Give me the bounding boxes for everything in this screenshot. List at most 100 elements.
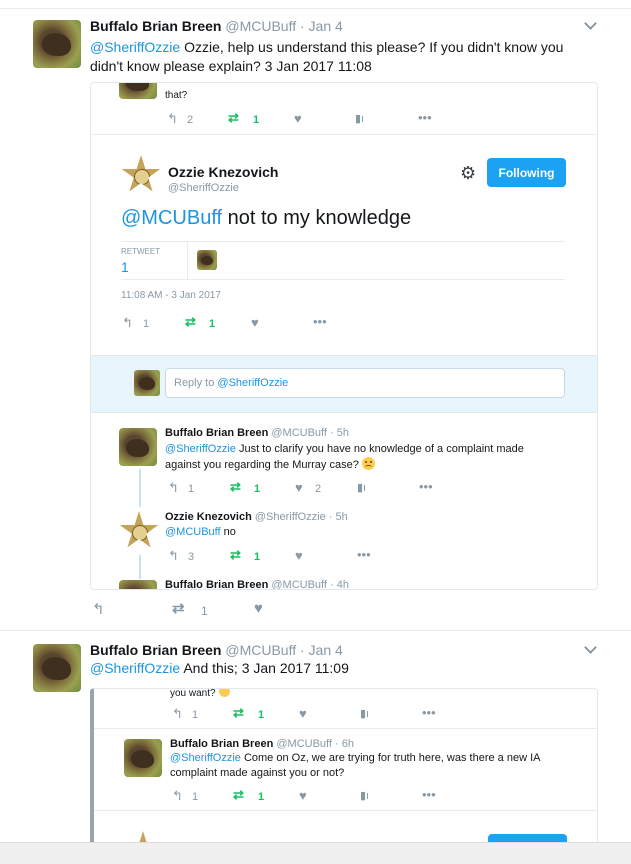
divider (121, 279, 565, 280)
main-tweet-text: @MCUBuff not to my knowledge (121, 207, 411, 230)
retweet-icon[interactable]: ⇄ (230, 548, 241, 562)
more-icon[interactable]: ••• (422, 706, 436, 720)
timestamp[interactable]: 11:08 AM - 3 Jan 2017 (121, 290, 221, 301)
more-icon[interactable]: ••• (313, 315, 327, 329)
author-handle[interactable]: @MCUBuff (225, 18, 296, 34)
avatar (134, 370, 160, 396)
heart-icon[interactable]: ♥ (295, 549, 303, 563)
reply-icon[interactable]: ↰ (122, 316, 133, 330)
divider (94, 728, 597, 729)
tweet-text-line: Ozzie, help us understand this please? I… (180, 39, 564, 55)
author-handle[interactable]: @MCUBuff (225, 642, 296, 658)
retweeter-avatar[interactable] (197, 250, 217, 270)
reply-count: 3 (188, 551, 195, 563)
tweet-text: @SheriffOzzie And this; 3 Jan 2017 11:09 (90, 660, 349, 676)
retweet-icon[interactable]: ⇄ (185, 315, 196, 329)
chevron-down-icon[interactable] (584, 17, 597, 30)
heart-icon[interactable]: ♥ (254, 601, 263, 616)
reply-count: 2 (187, 114, 194, 126)
avatar[interactable] (33, 20, 81, 68)
retweet-count: 1 (209, 318, 216, 330)
reply-text: @SheriffOzzie Just to clarify you have n… (165, 443, 524, 471)
reply-icon[interactable]: ↰ (92, 602, 105, 617)
heart-icon[interactable]: ♥ (251, 316, 259, 330)
author-name[interactable]: Ozzie Knezovich (165, 511, 252, 523)
gear-icon[interactable]: ⚙ (460, 164, 476, 182)
tweet-date[interactable]: · Jan 4 (300, 642, 343, 658)
bottom-bar (0, 842, 631, 864)
tweet-header: Buffalo Brian Breen @MCUBuff · Jan 4 (90, 18, 343, 34)
tweet-date[interactable]: · Jan 4 (300, 18, 343, 34)
analytics-icon[interactable]: ▮ı (360, 789, 369, 803)
more-icon[interactable]: ••• (419, 480, 433, 494)
reply-placeholder: Reply to @SheriffOzzie (174, 377, 289, 389)
avatar[interactable] (119, 428, 157, 466)
avatar (119, 83, 157, 99)
heart-icon[interactable]: ♥ (294, 112, 302, 126)
heart-icon[interactable]: ♥ (299, 707, 307, 721)
like-count: 2 (315, 483, 322, 495)
retweet-icon[interactable]: ⇄ (230, 480, 241, 494)
mention-link[interactable]: @SheriffOzzie (170, 752, 241, 764)
more-icon[interactable]: ••• (422, 788, 436, 802)
author-handle[interactable]: @SheriffOzzie · 5h (255, 511, 348, 523)
author-handle[interactable]: @MCUBuff · 5h (271, 427, 349, 439)
retweet-count: 1 (254, 483, 261, 495)
author-name[interactable]: Buffalo Brian Breen (90, 642, 221, 658)
author-name[interactable]: Buffalo Brian Breen (90, 18, 221, 34)
heart-icon[interactable]: ♥ (295, 481, 303, 495)
more-icon[interactable]: ••• (357, 548, 371, 562)
mention-link[interactable]: @SheriffOzzie (90, 660, 180, 676)
reply-icon[interactable]: ↰ (168, 549, 179, 563)
retweet-icon[interactable]: ⇄ (228, 111, 239, 125)
reply-icon[interactable]: ↰ (172, 707, 183, 721)
sheriff-badge-avatar[interactable] (119, 511, 159, 548)
analytics-icon[interactable]: ▮ı (360, 707, 369, 721)
divider (187, 242, 188, 279)
top-divider (0, 8, 631, 9)
reply-header: Buffalo Brian Breen @MCUBuff · 5h (165, 427, 349, 439)
tweet-divider (0, 630, 631, 631)
thread-line (139, 555, 141, 579)
mention-link[interactable]: @MCUBuff (165, 526, 221, 538)
author-handle[interactable]: @SheriffOzzie (168, 182, 239, 194)
tweet-text: @SheriffOzzie Ozzie, help us understand … (90, 38, 563, 76)
embedded-conversation[interactable]: you want? ↰ 1 ⇄ 1 ♥ ▮ı ••• Buffalo Brian… (90, 688, 598, 864)
retweet-count: 1 (258, 791, 265, 803)
avatar[interactable] (33, 644, 81, 692)
following-button[interactable]: Following (487, 158, 566, 187)
reply-icon[interactable]: ↰ (172, 789, 183, 803)
avatar[interactable] (124, 739, 162, 777)
retweet-stat-count[interactable]: 1 (121, 259, 129, 275)
main-tweet-body: not to my knowledge (222, 207, 412, 229)
reply-icon[interactable]: ↰ (167, 112, 178, 126)
author-name[interactable]: Buffalo Brian Breen (165, 579, 268, 589)
mention-link[interactable]: @SheriffOzzie (165, 443, 236, 455)
more-icon[interactable]: ••• (418, 111, 432, 125)
chevron-down-icon[interactable] (584, 641, 597, 654)
mention-link[interactable]: @SheriffOzzie (90, 39, 180, 55)
author-name[interactable]: Buffalo Brian Breen (170, 738, 273, 750)
smile-emoji-icon (218, 689, 230, 697)
heart-icon[interactable]: ♥ (299, 789, 307, 803)
avatar[interactable] (119, 580, 157, 589)
embedded-conversation[interactable]: that? ↰ 2 ⇄ 1 ♥ ▮ı ••• Ozzie Knezovich @… (90, 82, 598, 590)
author-handle[interactable]: @MCUBuff · 4h (271, 579, 349, 589)
reply-text: @SheriffOzzie Come on Oz, we are trying … (170, 752, 541, 779)
reply-input[interactable]: Reply to @SheriffOzzie (165, 368, 565, 398)
retweet-icon[interactable]: ⇄ (233, 706, 244, 720)
reply-icon[interactable]: ↰ (168, 481, 179, 495)
author-name[interactable]: Ozzie Knezovich (168, 164, 278, 180)
author-name[interactable]: Buffalo Brian Breen (165, 427, 268, 439)
analytics-icon[interactable]: ▮ı (357, 481, 366, 495)
retweet-icon[interactable]: ⇄ (233, 788, 244, 802)
retweet-icon[interactable]: ⇄ (172, 601, 185, 616)
author-handle[interactable]: @MCUBuff · 6h (276, 738, 354, 750)
sheriff-badge-avatar[interactable] (121, 155, 161, 192)
reply-count: 1 (143, 318, 150, 330)
analytics-icon[interactable]: ▮ı (355, 112, 364, 126)
reply-count: 1 (192, 791, 199, 803)
mention-link[interactable]: @MCUBuff (121, 207, 222, 229)
retweet-count: 1 (258, 709, 265, 721)
reply-header: Ozzie Knezovich @SheriffOzzie · 5h (165, 511, 348, 523)
